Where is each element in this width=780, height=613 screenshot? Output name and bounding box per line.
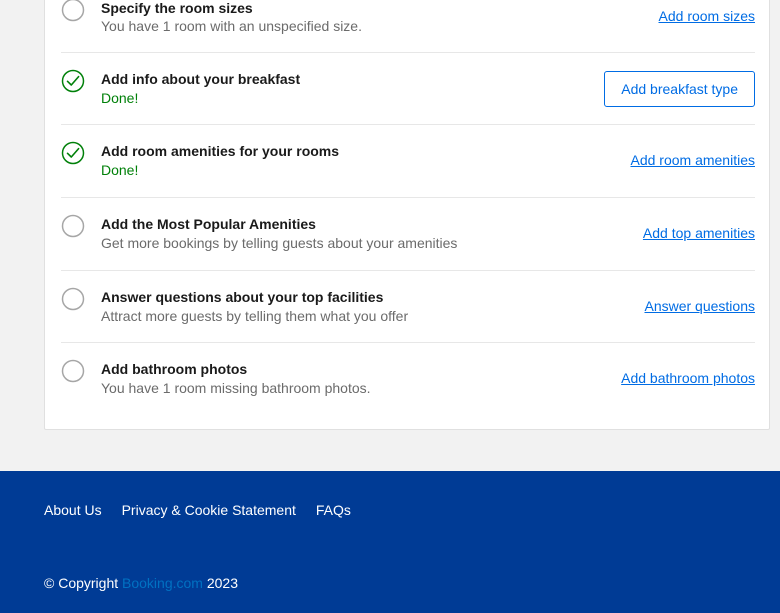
footer-nav: About Us Privacy & Cookie Statement FAQs	[44, 502, 367, 520]
checklist-item-bathroom-photos: Add bathroom photos You have 1 room miss…	[61, 343, 755, 415]
pending-circle-icon	[61, 287, 85, 311]
checklist-item-title: Specify the room sizes	[101, 0, 253, 16]
checklist-item-title: Answer questions about your top faciliti…	[101, 289, 384, 305]
checklist-item-title: Add room amenities for your rooms	[101, 143, 340, 159]
checklist-item-top-amenities: Add the Most Popular Amenities Get more …	[61, 198, 755, 271]
checkmark-circle-icon	[61, 141, 85, 165]
pending-circle-icon	[61, 359, 85, 383]
answer-questions-link[interactable]: Answer questions	[644, 298, 755, 314]
checklist-item-title: Add bathroom photos	[101, 361, 248, 377]
checklist-item-subtitle: Attract more guests by telling them what…	[101, 308, 409, 324]
copyright-prefix: © Copyright	[44, 575, 119, 591]
pending-circle-icon	[61, 0, 85, 22]
checklist-item-title: Add info about your breakfast	[101, 71, 301, 87]
add-room-amenities-link[interactable]: Add room amenities	[630, 152, 755, 168]
add-room-sizes-link[interactable]: Add room sizes	[659, 8, 755, 24]
footer-link-about-us[interactable]: About Us	[44, 502, 102, 518]
footer-link-privacy[interactable]: Privacy & Cookie Statement	[122, 502, 296, 518]
add-breakfast-type-button[interactable]: Add breakfast type	[604, 71, 755, 107]
checklist-item-title: Add the Most Popular Amenities	[101, 216, 316, 232]
checklist-item-subtitle: Get more bookings by telling guests abou…	[101, 235, 458, 251]
property-checklist-card: Specify the room sizes You have 1 room w…	[44, 0, 770, 430]
checkmark-circle-icon	[61, 69, 85, 93]
add-top-amenities-link[interactable]: Add top amenities	[643, 225, 755, 241]
checklist-item-subtitle: You have 1 room missing bathroom photos.	[101, 380, 371, 396]
checklist-item-breakfast: Add info about your breakfast Done! Add …	[61, 53, 755, 125]
checklist-item-facilities-questions: Answer questions about your top faciliti…	[61, 271, 755, 343]
pending-circle-icon	[61, 214, 85, 238]
checklist-item-status-done: Done!	[101, 90, 139, 106]
copyright-year: 2023	[206, 575, 238, 591]
checklist-item-subtitle: You have 1 room with an unspecified size…	[101, 18, 362, 34]
copyright: © Copyright Booking.com 2023	[44, 575, 238, 591]
site-footer: About Us Privacy & Cookie Statement FAQs ©…	[0, 471, 780, 613]
checklist-item-room-sizes: Specify the room sizes You have 1 room w…	[61, 0, 755, 53]
add-bathroom-photos-link[interactable]: Add bathroom photos	[621, 370, 755, 386]
footer-link-faqs[interactable]: FAQs	[316, 502, 351, 518]
checklist-item-status-done: Done!	[101, 162, 139, 178]
checklist-item-room-amenities: Add room amenities for your rooms Done! …	[61, 125, 755, 198]
brand-link[interactable]: Booking.com	[122, 575, 203, 591]
